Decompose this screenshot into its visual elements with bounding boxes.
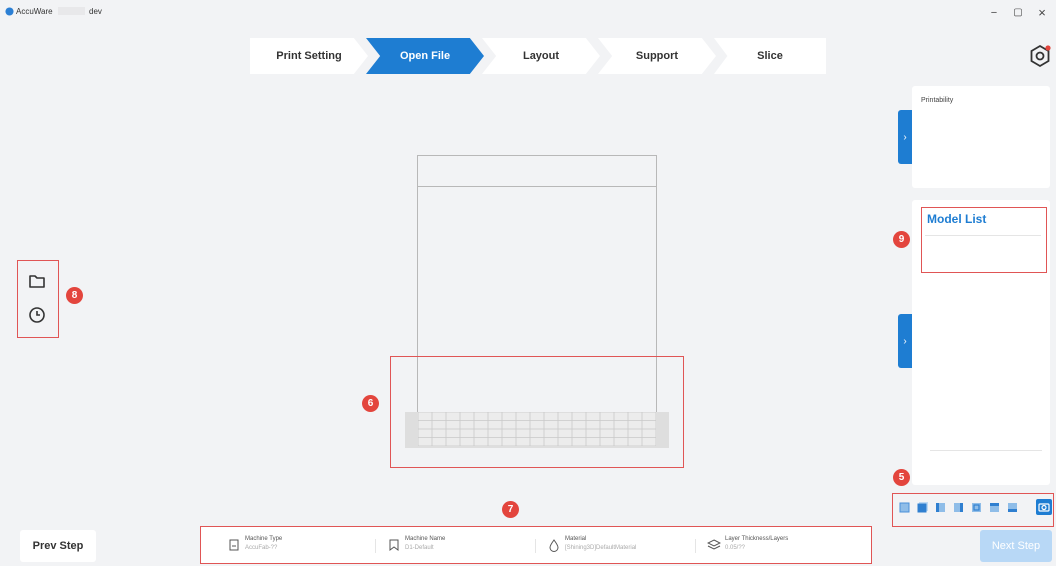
view-left-icon[interactable] [934,500,948,514]
machine-info-bar: Machine Type AccuFab-?? Machine Name D1-… [200,526,872,564]
step-layout[interactable]: Layout [482,38,600,74]
info-label: Material [565,536,587,542]
model-list-title: Model List [927,212,987,226]
info-value: [Shining3D]DefaultMaterial [565,545,637,551]
annotation-badge-6: 6 [362,395,379,412]
annotation-badge-8: 8 [66,287,83,304]
bookmark-icon [389,539,399,551]
layers-icon [707,539,721,550]
app-env: dev [89,7,102,16]
folder-icon[interactable] [27,271,47,291]
app-name: AccuWare [16,7,53,16]
view-front-icon[interactable] [898,500,912,514]
maximize-button[interactable]: ▢ [1010,6,1026,20]
redacted-block [58,7,85,15]
view-top-icon[interactable] [970,500,984,514]
info-value: AccuFab-?? [245,545,278,551]
view-right-icon[interactable] [952,500,966,514]
printability-title: Printability [921,97,954,104]
info-value: 0.05/?? [725,545,746,551]
step-print-setting[interactable]: Print Setting [250,38,368,74]
info-separator [695,539,696,553]
droplet-icon [549,539,559,552]
view-bottom-icon[interactable] [988,500,1002,514]
info-value: D1-Default [405,545,434,551]
clock-icon[interactable] [27,305,47,325]
annotation-badge-5: 5 [893,469,910,486]
info-label: Machine Type [245,536,283,542]
printability-panel: Printability [912,86,1050,188]
left-toolbar [17,260,59,338]
app-logo-icon [5,7,14,16]
annotation-badge-9: 9 [893,231,910,248]
camera-icon[interactable] [1036,499,1052,515]
step-slice[interactable]: Slice [714,38,826,74]
model-list-collapse-button[interactable]: › [898,314,912,368]
view-back-icon[interactable] [916,500,930,514]
annotation-badge-7: 7 [502,501,519,518]
model-list-bottom-divider [930,450,1042,451]
annotation-box-6 [390,356,684,468]
close-button[interactable]: × [1034,6,1050,20]
printability-collapse-button[interactable]: › [898,110,912,164]
next-step-button[interactable]: Next Step [980,530,1052,562]
info-separator [375,539,376,553]
model-list-divider [925,235,1041,236]
info-label: Machine Name [405,536,446,542]
view-iso-icon[interactable] [1006,500,1020,514]
printer-icon [229,539,239,551]
title-bar: AccuWare dev − ▢ × [0,0,1056,26]
step-support[interactable]: Support [598,38,716,74]
minimize-button[interactable]: − [986,6,1002,20]
info-label: Layer Thickness/Layers [725,536,789,542]
build-volume-top-line [417,186,657,187]
settings-icon[interactable] [1028,44,1052,68]
step-open-file[interactable]: Open File [366,38,484,74]
prev-step-button[interactable]: Prev Step [20,530,96,562]
info-separator [535,539,536,553]
